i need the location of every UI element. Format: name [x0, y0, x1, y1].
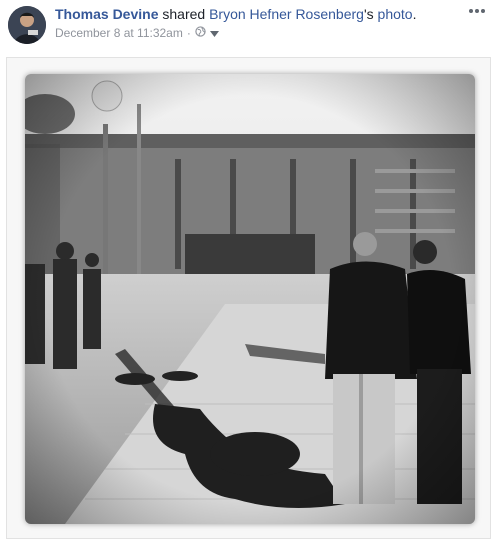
photo-link[interactable]: photo	[378, 6, 413, 22]
possessive-suffix: 's	[363, 6, 374, 22]
timestamp-link[interactable]: December 8 at 11:32am	[55, 26, 183, 40]
more-options-icon[interactable]	[467, 4, 487, 18]
post-header: Thomas Devine shared Bryon Hefner Rosenb…	[55, 6, 416, 22]
post-meta: December 8 at 11:32am ·	[55, 26, 219, 40]
author-name-link[interactable]: Thomas Devine	[55, 6, 158, 22]
globe-icon[interactable]	[195, 26, 206, 40]
chevron-down-icon[interactable]	[209, 26, 219, 40]
shared-photo[interactable]	[25, 74, 475, 524]
period-text: .	[412, 6, 417, 22]
author-avatar[interactable]	[8, 6, 46, 44]
shared-text: shared	[162, 6, 206, 22]
meta-separator: ·	[186, 26, 191, 40]
shared-photo-frame	[6, 57, 491, 539]
original-poster-link[interactable]: Bryon Hefner Rosenberg	[209, 6, 364, 22]
